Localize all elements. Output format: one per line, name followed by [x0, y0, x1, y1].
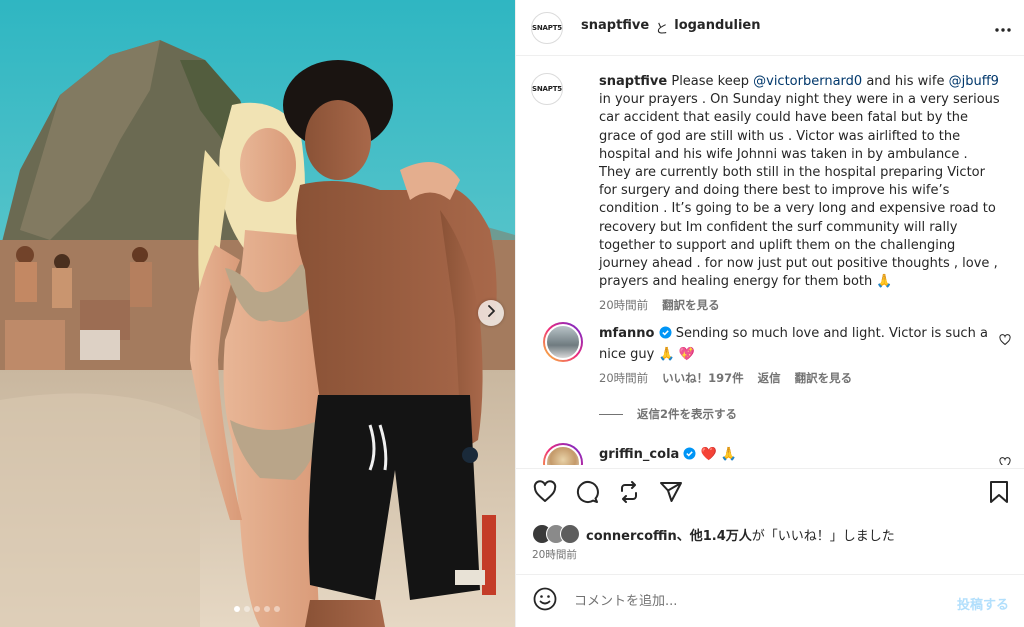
carousel-dot [234, 606, 240, 612]
heart-icon [999, 457, 1011, 465]
mention-link[interactable]: @jbuff9 [949, 74, 999, 89]
caption-time[interactable]: 20時間前 [599, 297, 648, 313]
comment-like-button[interactable] [999, 457, 1011, 465]
post-comment-button[interactable]: 投稿する [957, 594, 1009, 613]
first-liker[interactable]: connercoffin [586, 529, 677, 544]
heart-icon [533, 479, 557, 508]
carousel-dot [244, 606, 250, 612]
caption-text-part: and his wife [862, 74, 949, 89]
collab-joiner: と [655, 22, 669, 37]
send-icon [659, 480, 683, 508]
replies-divider [599, 413, 623, 415]
comment-like-button[interactable] [999, 334, 1011, 350]
comment-meta: 20時間前 いいね！197件 返信 翻訳を見る [599, 370, 1021, 386]
verified-badge-icon [683, 447, 696, 465]
verified-badge-icon [659, 326, 672, 346]
post-dialog: SNAPT5 snaptfive と logandulien SNAPT5 sn… [0, 0, 1024, 627]
repost-icon [617, 480, 641, 508]
carousel-dot [274, 606, 280, 612]
comment-emojis: 🙏 💖 [658, 346, 695, 362]
comment-item: griffin_cola ❤️ 🙏 [531, 443, 1021, 465]
commenter-avatar[interactable] [543, 443, 583, 465]
more-horizontal-icon [995, 21, 1011, 36]
bookmark-icon [988, 480, 1010, 508]
likes-summary[interactable]: connercoffin、他1.4万人が「いいね！」しました [532, 524, 895, 544]
comment-button[interactable] [574, 480, 599, 508]
carousel-indicator [234, 606, 280, 612]
post-caption: SNAPT5 snaptfive Please keep @victorbern… [531, 73, 1001, 313]
caption-text-part: Please keep [667, 74, 754, 89]
comment-icon [575, 480, 599, 508]
snapt5-logo: SNAPT5 [532, 23, 562, 32]
author-avatar[interactable]: SNAPT5 [531, 11, 563, 44]
carousel-dot [254, 606, 260, 612]
liker-avatar [560, 524, 580, 544]
translate-button[interactable]: 翻訳を見る [662, 297, 720, 313]
pray-emoji: 🙏 [876, 274, 893, 290]
post-header: SNAPT5 snaptfive と logandulien [516, 0, 1024, 56]
caption-meta: 20時間前 翻訳を見る [599, 297, 1001, 313]
caption-username[interactable]: snaptfive [599, 74, 667, 89]
commenter-avatar[interactable] [543, 322, 583, 362]
emoji-button[interactable] [532, 587, 558, 615]
post-actions: connercoffin、他1.4万人が「いいね！」しました 20時間前 [516, 468, 1024, 561]
beach-photo-image [0, 0, 515, 627]
action-icon-row [532, 479, 683, 508]
comment-username[interactable]: mfanno [599, 326, 654, 341]
comments-list[interactable]: SNAPT5 snaptfive Please keep @victorbern… [516, 57, 1024, 465]
caption-author-avatar[interactable]: SNAPT5 [531, 73, 563, 105]
comment-composer: 投稿する [516, 574, 1024, 627]
view-replies-button[interactable]: 返信2件を表示する [599, 406, 737, 422]
smiley-icon [533, 587, 557, 615]
post-side-panel: SNAPT5 snaptfive と logandulien SNAPT5 sn… [515, 0, 1024, 627]
author-username[interactable]: snaptfive [581, 18, 649, 37]
caption-text: snaptfive Please keep @victorbernard0 an… [599, 73, 1001, 291]
carousel-dot [264, 606, 270, 612]
other-likers[interactable]: 、他1.4万人 [677, 529, 752, 544]
comment-emojis: ❤️ 🙏 [700, 447, 738, 462]
post-authors: snaptfive と logandulien [581, 18, 761, 37]
liker-avatars [532, 524, 582, 544]
translate-button[interactable]: 翻訳を見る [795, 370, 853, 386]
carousel-next-button[interactable] [478, 300, 504, 326]
mention-link[interactable]: @victorbernard0 [753, 74, 862, 89]
comment-item: mfanno Sending so much love and light. V… [531, 322, 1021, 386]
like-button[interactable] [532, 479, 557, 508]
likes-text: connercoffin、他1.4万人が「いいね！」しました [586, 525, 895, 544]
heart-icon [999, 334, 1011, 350]
likes-suffix: が「いいね！」しました [751, 528, 895, 544]
more-options-button[interactable] [993, 18, 1013, 38]
comment-text: mfanno Sending so much love and light. V… [599, 322, 999, 364]
comment-input[interactable] [574, 593, 934, 609]
repost-button[interactable] [616, 480, 641, 508]
post-timestamp[interactable]: 20時間前 [532, 547, 577, 562]
chevron-right-icon [485, 305, 497, 321]
caption-text-part: in your prayers . On Sunday night they w… [599, 92, 1000, 290]
view-replies-label: 返信2件を表示する [637, 407, 738, 421]
collaborator-username[interactable]: logandulien [674, 18, 760, 37]
comment-username[interactable]: griffin_cola [599, 447, 679, 462]
save-button[interactable] [986, 480, 1011, 508]
comment-text: griffin_cola ❤️ 🙏 [599, 443, 999, 465]
post-photo[interactable] [0, 0, 515, 627]
snapt5-logo: SNAPT5 [532, 85, 562, 93]
comment-time[interactable]: 20時間前 [599, 370, 648, 386]
share-button[interactable] [658, 481, 683, 506]
comment-likes[interactable]: いいね！197件 [662, 370, 744, 386]
reply-button[interactable]: 返信 [758, 370, 781, 386]
